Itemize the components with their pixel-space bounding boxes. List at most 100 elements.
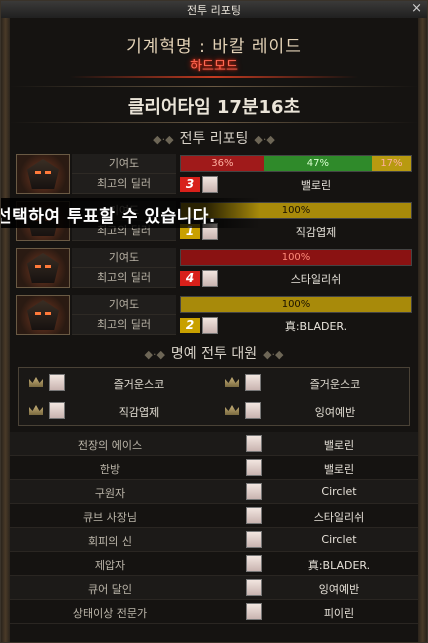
best-dealer-label: 최고의 딜러: [72, 174, 176, 194]
award-title: 구원자: [94, 487, 126, 500]
best-dealer[interactable]: 2 真:BLADER.: [180, 316, 412, 335]
crown-icon: [29, 377, 43, 387]
eye-icon: [45, 171, 51, 174]
crown-icon: [225, 377, 239, 387]
award-player: 잉여예반: [318, 583, 360, 596]
award-row[interactable]: 구원자 Circlet: [10, 480, 418, 504]
award-player: 밸로린: [323, 463, 355, 476]
dealer-name: 밸로린: [300, 179, 332, 192]
rank-badge: 3: [180, 177, 200, 192]
avatar: [49, 374, 65, 391]
party-row[interactable]: 기여도 최고의 딜러 100% 4 스타일리쉬: [16, 248, 412, 290]
vote-banner-text: 선택하여 투표할 수 있습니다.: [0, 207, 216, 227]
contribution-segment: 17%: [371, 156, 411, 171]
mask-icon: [27, 253, 59, 283]
honor-section-title: ◆·◆ 명예 전투 대원 ◆·◆: [144, 346, 284, 362]
report-panel: 기계혁명 : 바칼 레이드 하드모드 클리어타임 17분16초 ◆·◆ 전투 리포…: [10, 18, 418, 642]
vote-banner: 선택하여 투표할 수 있습니다.: [0, 198, 260, 228]
dealer-name: 스타일리쉬: [290, 273, 342, 286]
award-title: 큐브 사장님: [82, 511, 138, 524]
award-player: 真:BLADER.: [307, 559, 371, 572]
contribution-segment: 100%: [181, 297, 411, 312]
award-row[interactable]: 한방 밸로린: [10, 456, 418, 480]
honor-members-box: 즐거운스코 즐거운스코 직감엽제 잉여예반: [18, 367, 410, 426]
award-title: 제압자: [94, 559, 126, 572]
difficulty-label: 하드모드: [190, 59, 238, 74]
award-row[interactable]: 큐브 사장님 스타일리쉬: [10, 504, 418, 528]
honor-member-name: 즐거운스코: [113, 378, 165, 391]
best-dealer[interactable]: 3 밸로린: [180, 175, 412, 194]
avatar: [49, 402, 65, 419]
honor-member[interactable]: 즐거운스코: [19, 369, 215, 397]
honor-member-name: 잉여예반: [314, 406, 356, 419]
ornament-icon: ◆·◆: [254, 133, 275, 146]
award-row[interactable]: 큐어 달인 잉여예반: [10, 576, 418, 600]
avatar: [202, 176, 218, 193]
honor-member-name: 직감엽제: [118, 406, 160, 419]
honor-member-name: 즐거운스코: [309, 378, 361, 391]
contribution-segment: 47%: [263, 156, 372, 171]
award-player: 밸로린: [323, 439, 355, 452]
title-bar[interactable]: 전투 리포팅 ×: [1, 1, 427, 19]
award-row[interactable]: 상태이상 전문가 피이린: [10, 600, 418, 624]
award-row[interactable]: 전장의 에이스 밸로린: [10, 432, 418, 456]
window-title: 전투 리포팅: [186, 4, 242, 17]
mask-icon: [27, 159, 59, 189]
rank-badge: 2: [180, 318, 200, 333]
party-row[interactable]: 기여도 최고의 딜러 36% 47% 17% 3 밸로린: [16, 154, 412, 196]
avatar: [202, 270, 218, 287]
report-section-title: ◆·◆ 전투 리포팅 ◆·◆: [153, 131, 275, 147]
award-title: 상태이상 전문가: [72, 607, 148, 620]
award-player: Circlet: [321, 533, 357, 546]
contribution-label: 기여도: [72, 248, 176, 268]
divider: [10, 122, 418, 123]
dealer-name: 真:BLADER.: [284, 320, 348, 333]
honor-member[interactable]: 즐거운스코: [215, 369, 411, 397]
best-dealer[interactable]: 4 스타일리쉬: [180, 269, 412, 288]
honor-member[interactable]: 잉여예반: [215, 397, 411, 425]
eye-icon: [45, 265, 51, 268]
mask-icon: [27, 300, 59, 330]
contribution-label: 기여도: [72, 154, 176, 174]
award-title: 한방: [99, 463, 121, 476]
raid-title: 기계혁명 : 바칼 레이드: [126, 37, 302, 57]
eye-icon: [35, 312, 41, 315]
crown-icon: [29, 405, 43, 415]
party-boss-portrait[interactable]: [16, 295, 70, 335]
right-frame: [418, 18, 427, 642]
avatar: [245, 374, 261, 391]
award-row[interactable]: 제압자 真:BLADER.: [10, 552, 418, 576]
award-player: Circlet: [321, 485, 357, 498]
eye-icon: [35, 265, 41, 268]
avatar: [245, 402, 261, 419]
battle-report-window: 전투 리포팅 × 기계혁명 : 바칼 레이드 하드모드 클리어타임 17분16초…: [0, 0, 428, 643]
contribution-segment: 100%: [181, 250, 411, 265]
glow-divider: [70, 76, 358, 78]
award-title: 전장의 에이스: [77, 439, 143, 452]
ornament-icon: ◆·◆: [263, 348, 284, 361]
award-title: 회피의 신: [88, 535, 132, 548]
award-player: 피이린: [323, 607, 355, 620]
left-frame: [1, 18, 10, 642]
award-row[interactable]: 회피의 신 Circlet: [10, 528, 418, 552]
clear-time: 클리어타임 17분16초: [127, 97, 301, 118]
divider: [10, 86, 418, 87]
honor-member[interactable]: 직감엽제: [19, 397, 215, 425]
contribution-bar: 100%: [180, 296, 412, 313]
close-icon[interactable]: ×: [411, 1, 422, 16]
eye-icon: [45, 312, 51, 315]
best-dealer-label: 최고의 딜러: [72, 268, 176, 288]
best-dealer-label: 최고의 딜러: [72, 315, 176, 335]
eye-icon: [35, 171, 41, 174]
ornament-icon: ◆·◆: [144, 348, 165, 361]
avatar: [202, 317, 218, 334]
award-title: 큐어 달인: [88, 583, 132, 596]
party-boss-portrait[interactable]: [16, 248, 70, 288]
party-row[interactable]: 기여도 최고의 딜러 100% 2 真:BLADER.: [16, 295, 412, 337]
ornament-icon: ◆·◆: [153, 133, 174, 146]
contribution-bar: 36% 47% 17%: [180, 155, 412, 172]
crown-icon: [225, 405, 239, 415]
award-player: 스타일리쉬: [313, 511, 365, 524]
party-boss-portrait[interactable]: [16, 154, 70, 194]
contribution-segment: 36%: [181, 156, 264, 171]
